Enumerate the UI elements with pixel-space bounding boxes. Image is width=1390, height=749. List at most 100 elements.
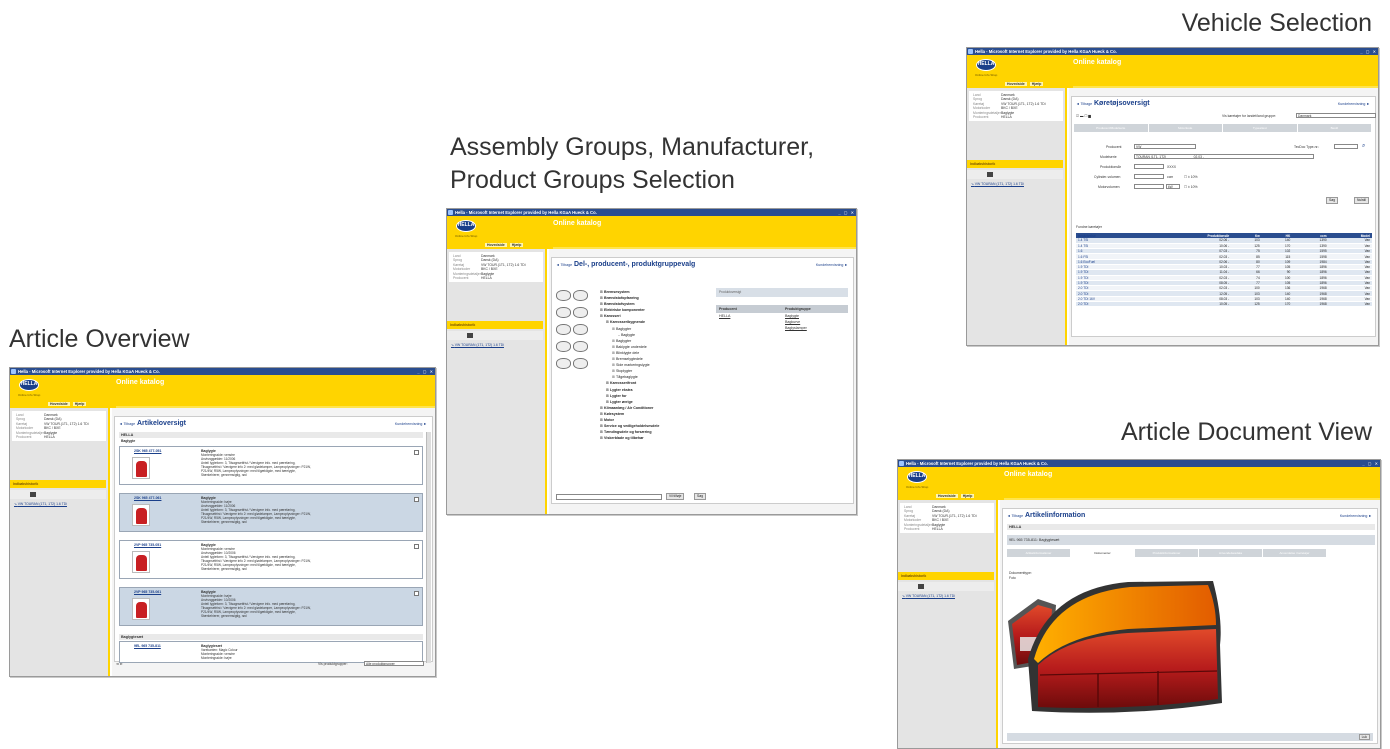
help-link[interactable]: Kundehenvisning ► xyxy=(1340,514,1372,518)
cart-icon[interactable] xyxy=(987,172,993,177)
tab-order[interactable]: Bestil xyxy=(1297,124,1371,132)
window-controls[interactable]: _ ▢ ✕ xyxy=(838,210,855,215)
nav-buttons: Hovedside Hjælp xyxy=(485,243,526,247)
article-number[interactable]: 2SK 965 477-061 xyxy=(134,496,161,500)
kw-unit-select[interactable]: kW xyxy=(1166,184,1180,189)
ccm-tolerance[interactable]: ☐ ± 10% xyxy=(1184,175,1198,179)
back-link[interactable]: ◄ Tilbage xyxy=(119,422,135,426)
nav-home[interactable]: Hovedside xyxy=(48,402,70,406)
pager-icons[interactable]: ⊲ ⊳ xyxy=(116,662,123,666)
product-row[interactable]: Baglyslamper xyxy=(716,325,848,331)
window-controls[interactable]: _ ▢ ✕ xyxy=(1362,461,1379,466)
tab-documents[interactable]: Dokumenter xyxy=(1071,549,1134,557)
tab-usage-data[interactable]: Anvendelsesdata xyxy=(1199,549,1262,557)
history-link[interactable]: ↘ VW TOURAN (1T1, 1T2) 1.6 TDi xyxy=(971,182,1024,186)
context-panel: Land Danmark Sprog Dansk (DA) Køretøj VW TOUR… xyxy=(12,411,106,442)
cooling-icon[interactable] xyxy=(573,341,588,352)
help-link[interactable]: Kundehenvisning ► xyxy=(1338,102,1370,106)
tab-vehicle-usage[interactable]: Anvendelse i køretøjer xyxy=(1263,549,1326,557)
product-overview: Produktoversigt Producent Produktgruppe … xyxy=(716,288,848,331)
model-select[interactable]: TOURAN (1T1, 1T2) 02.03 - xyxy=(1134,154,1314,159)
search-button[interactable]: Søg xyxy=(1326,197,1339,204)
tab-product-info[interactable]: Produktinformationer xyxy=(1135,549,1198,557)
article-item[interactable]: 9EL 965 735-811 Baglygtesæt Varekanten: … xyxy=(119,641,423,663)
vehicle-link[interactable]: 2.0 TDI xyxy=(1076,301,1148,308)
help-link[interactable]: Kundehenvisning ► xyxy=(395,422,427,426)
nav-help[interactable]: Hjælp xyxy=(1029,82,1044,86)
article-checkbox[interactable] xyxy=(414,591,419,596)
history-link[interactable]: ↘ VW TOURAN (1T1, 1T2) 1.6 TDi xyxy=(902,594,955,598)
history-toolbar xyxy=(898,582,994,591)
close-button[interactable]: Luk xyxy=(1358,734,1370,740)
filter-icon[interactable] xyxy=(556,307,571,318)
article-number[interactable]: 9EL 965 735-811 xyxy=(134,644,161,648)
nav-home[interactable]: Hovedside xyxy=(936,494,958,498)
article-description: Baglygte Monteringsside: højre Anvisnggæld… xyxy=(201,590,311,618)
article-item[interactable]: 2SK 965 477-051 Baglygte Monteringsside: v… xyxy=(119,446,423,485)
wiper-icon[interactable] xyxy=(573,358,588,369)
producer-select[interactable]: VW xyxy=(1134,144,1196,149)
tree-node[interactable]: Klimaanlæg / Air Conditioner xyxy=(600,405,659,411)
history-link[interactable]: ↘ VW TOURAN (1T1, 1T2) 1.6 TDi xyxy=(14,502,67,506)
cart-icon[interactable] xyxy=(918,584,924,589)
article-titlebar: ◄ Tilbage Artikeloversigt Kundehenvisnin… xyxy=(117,419,430,431)
cart-icon[interactable] xyxy=(30,492,36,497)
ccm-input[interactable] xyxy=(1134,174,1164,179)
vehicle-type-icons[interactable]: ☑ ▬ ☐ ▆ xyxy=(1076,114,1091,118)
article-number[interactable]: 2VP 965 735-051 xyxy=(134,543,161,547)
engine-icon[interactable] xyxy=(556,341,571,352)
country-select[interactable]: Danmark xyxy=(1296,113,1376,118)
fuel-icon[interactable] xyxy=(573,290,588,301)
history-link[interactable]: ↘ VW TOURAN (1T1, 1T2) 1.6 TDi xyxy=(451,343,504,347)
product-group-filter-select[interactable]: Alle produktgrupper xyxy=(364,661,424,666)
vehicle-tabs: Producent/Modelserie Motorkode Typeattes… xyxy=(1074,124,1372,132)
tail-lamp-thumbnail[interactable] xyxy=(132,504,150,526)
tab-article-info[interactable]: Artikelinformationer xyxy=(1007,549,1070,557)
article-checkbox[interactable] xyxy=(414,450,419,455)
tab-engine-code[interactable]: Motorkode xyxy=(1148,124,1222,132)
tail-lamp-thumbnail[interactable] xyxy=(132,551,150,573)
tab-producer[interactable]: Producent/Modelserie xyxy=(1074,124,1148,132)
tab-type-approval[interactable]: Typeattest xyxy=(1223,124,1297,132)
article-number[interactable]: 2SK 965 477-051 xyxy=(134,449,161,453)
cart-icon[interactable] xyxy=(467,333,473,338)
tecdoc-input[interactable] xyxy=(1334,144,1358,149)
article-scrollbar[interactable] xyxy=(426,432,431,663)
nav-home[interactable]: Hovedside xyxy=(485,243,507,247)
tree-node[interactable]: Viskerblade og tilbehør xyxy=(600,435,659,441)
help-link[interactable]: Kundehenvisning ► xyxy=(816,263,848,267)
kw-input[interactable] xyxy=(1134,184,1164,189)
continue-button[interactable]: Vil tilføje xyxy=(666,493,685,500)
article-item[interactable]: 2SK 965 477-061 Baglygte Monteringsside: h… xyxy=(119,493,423,532)
back-link[interactable]: ◄ Tilbage xyxy=(1076,102,1092,106)
search-button[interactable]: Søg xyxy=(694,493,707,500)
window-controls[interactable]: _ ▢ ✕ xyxy=(417,369,434,374)
article-item[interactable]: 2VP 965 735-061 Baglygte Monteringsside: h… xyxy=(119,587,423,626)
tail-lamp-thumbnail[interactable] xyxy=(132,598,150,620)
nav-home[interactable]: Hovedside xyxy=(1005,82,1027,86)
nav-help[interactable]: Hjælp xyxy=(72,402,87,406)
body-icon[interactable] xyxy=(556,324,571,335)
article-number[interactable]: 2VP 965 735-061 xyxy=(134,590,161,594)
tail-lamp-thumbnail[interactable] xyxy=(132,457,150,479)
electric-icon[interactable] xyxy=(573,307,588,318)
brake-icon[interactable] xyxy=(556,290,571,301)
history-header: Indkøbshistorik xyxy=(10,480,106,488)
window-controls[interactable]: _ ▢ ✕ xyxy=(1360,49,1377,54)
back-link[interactable]: ◄ Tilbage xyxy=(1007,514,1023,518)
kw-tolerance[interactable]: ☐ ± 10% xyxy=(1184,185,1198,189)
reset-button[interactable]: Nulstil xyxy=(1354,197,1369,204)
back-link[interactable]: ◄ Tilbage xyxy=(556,263,572,267)
table-row[interactable]: 2.0 TDI 10.05 -125 170 1968 Van xyxy=(1076,301,1372,308)
nav-help[interactable]: Hjælp xyxy=(509,243,524,247)
climate-icon[interactable] xyxy=(573,324,588,335)
article-item[interactable]: 2VP 965 735-051 Baglygte Monteringsside: v… xyxy=(119,540,423,579)
assembly-search-input[interactable] xyxy=(556,494,662,500)
search-icon[interactable]: ⌕ xyxy=(1362,143,1365,150)
article-checkbox[interactable] xyxy=(414,497,419,502)
nav-help[interactable]: Hjælp xyxy=(960,494,975,498)
article-checkbox[interactable] xyxy=(414,544,419,549)
service-icon[interactable] xyxy=(556,358,571,369)
caption-vehicle-selection: Vehicle Selection xyxy=(1181,9,1372,37)
year-input[interactable] xyxy=(1134,164,1164,169)
